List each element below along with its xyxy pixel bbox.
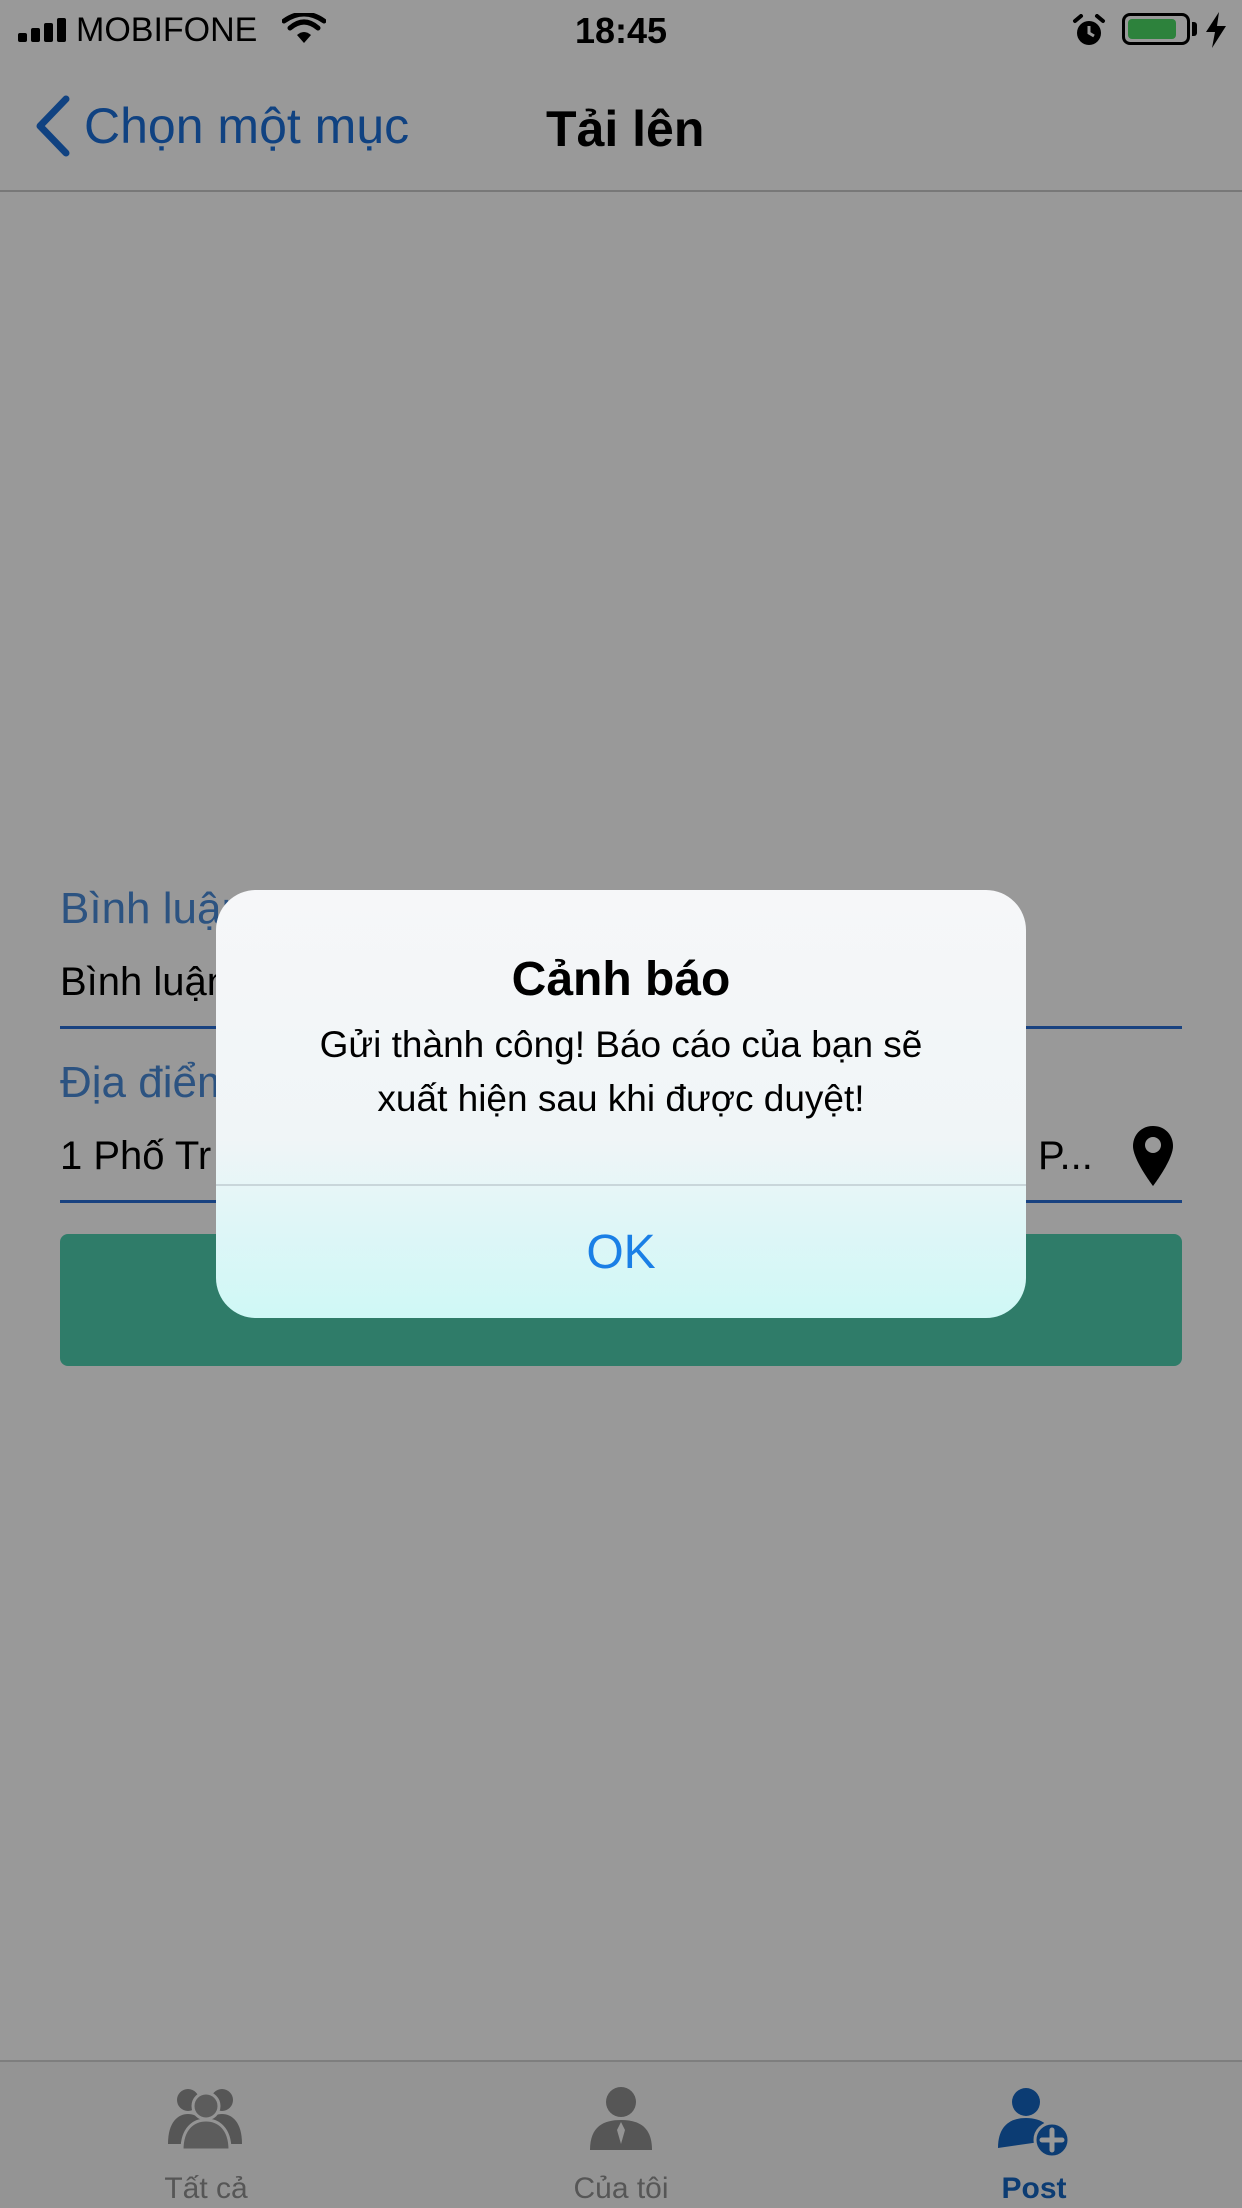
alert-title: Cảnh báo	[511, 953, 731, 1006]
ok-button[interactable]: OK	[216, 1186, 1026, 1318]
upload-screen: MOBIFONE 18:45 Chọn một mục Tải lên Bình…	[0, 0, 1242, 2208]
alert-message-line-1: Gửi thành công! Báo cáo của bạn sẽ	[319, 1024, 923, 1065]
alert-message: Gửi thành công! Báo cáo của bạn sẽ xuất …	[276, 1018, 966, 1126]
alert-dialog: Cảnh báo Gửi thành công! Báo cáo của bạn…	[216, 890, 1026, 1318]
alert-message-line-2: xuất hiện sau khi được duyệt!	[377, 1078, 865, 1119]
